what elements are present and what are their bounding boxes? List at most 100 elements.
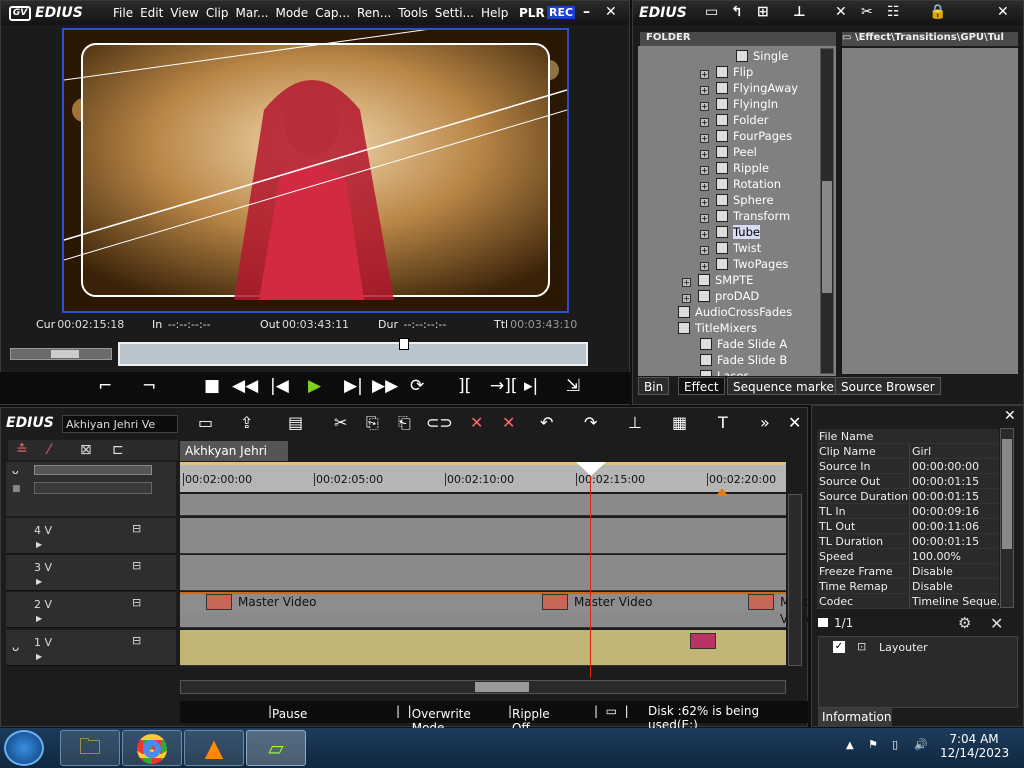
delete-icon[interactable]: ✕ [835,4,847,20]
close-icon[interactable]: ✕ [605,4,617,20]
expand-icon[interactable]: + [700,102,709,111]
track-lane[interactable]: Master Video Master Video Master Video [180,592,821,628]
tree-item[interactable]: + Tube [700,225,760,240]
expand-icon[interactable]: + [682,294,691,303]
tree-item[interactable]: + Flip [700,65,753,80]
audio-icon[interactable]: ≛ [16,442,28,458]
expand-icon[interactable]: + [700,198,709,207]
tree-item[interactable]: + Twist [700,241,761,256]
lock-icon[interactable]: 🔒 [929,4,946,20]
tree-item[interactable]: Laser [700,369,748,376]
bin-close-icon[interactable]: ✕ [997,4,1009,20]
rewind-icon[interactable]: ◀◀ [232,376,258,396]
tray-up-icon[interactable]: ▲ [846,740,854,751]
overwrite-icon[interactable]: →][ [490,376,518,396]
expand-track-icon[interactable]: ▶ [36,614,42,623]
expand-icon[interactable]: + [700,230,709,239]
track-header[interactable]: 4 V ⊟ ▶ [6,518,176,554]
rec-indicator[interactable]: REC [547,6,576,19]
loop-icon[interactable]: ⟳ [410,376,424,396]
tab-bin[interactable]: Bin [638,377,670,395]
track-scrollbar[interactable] [788,494,802,666]
position-bar[interactable] [118,338,588,366]
sync-icon[interactable]: ⊠ [80,442,92,458]
tab-source-browser[interactable]: Source Browser [835,377,941,395]
timeline-close-icon[interactable]: ✕ [788,413,801,432]
tree-item[interactable]: Fade Slide B [700,353,787,368]
track-lane[interactable] [180,555,786,591]
play-icon[interactable]: ▶ [308,376,321,396]
menu-file[interactable]: File [113,6,133,20]
menu-ren[interactable]: Ren... [357,6,391,20]
video-clip[interactable]: Master Video [180,592,516,612]
more-icon[interactable]: » [760,413,770,432]
layer-delete-icon[interactable]: ✕ [990,614,1003,633]
track-lock-icon[interactable]: ᴗ [12,640,19,654]
track-header[interactable]: 3 V ⊟ ▶ [6,555,176,591]
properties-icon[interactable]: ✂ [861,4,873,20]
copy-icon[interactable]: ⎘ [366,413,379,433]
chrome-icon[interactable] [122,730,182,766]
tree-item[interactable]: + proDAD [682,289,759,304]
track-header[interactable]: 1 V ⊟ ▶ ᴗ [6,630,176,666]
position-cursor[interactable] [399,338,409,350]
cut-icon[interactable]: ✂ [334,413,347,432]
expand-icon[interactable]: + [700,86,709,95]
tree-icon[interactable]: ⊞ [757,4,769,20]
expand-icon[interactable]: + [700,246,709,255]
step-back-icon[interactable]: |◀ [270,376,289,396]
menu-mode[interactable]: Mode [275,6,308,20]
step-forward-icon[interactable]: ▶| [344,376,363,396]
plr-indicator[interactable]: PLR [519,6,545,20]
view-icon[interactable]: ☷ [887,4,900,20]
volume-icon[interactable]: 🔊 [914,738,928,751]
tree-item[interactable]: + Ripple [700,161,769,176]
menu-cap[interactable]: Cap... [315,6,350,20]
title-icon[interactable]: T [718,413,728,432]
menu-help[interactable]: Help [481,6,508,20]
timeline-cursor-icon[interactable] [576,462,606,476]
tab-effect[interactable]: Effect [678,377,725,395]
start-button[interactable] [4,730,44,766]
tree-item[interactable]: + Sphere [700,193,774,208]
expand-icon[interactable]: + [700,166,709,175]
tab-sequence-marker[interactable]: Sequence marker [727,377,845,395]
information-tab[interactable]: Information [818,708,892,726]
menu-edit[interactable]: Edit [140,6,163,20]
project-name[interactable]: Akhiyan Jehri Ve [62,415,178,433]
expand-track-icon[interactable]: ▶ [36,652,42,661]
expand-track-icon[interactable]: ▶ [36,540,42,549]
clock[interactable]: 7:04 AM 12/14/2023 [940,732,1009,760]
video-clip[interactable]: Master Video [722,592,821,626]
delete-icon2[interactable]: ✕ [502,413,515,432]
edius-taskbar-icon[interactable]: ▱ [246,730,306,766]
tree-item[interactable]: + TwoPages [700,257,788,272]
track-mode-icon[interactable]: ⊟ [132,522,141,535]
up-folder-icon[interactable]: ↰ [731,4,743,20]
menu-tools[interactable]: Tools [398,6,428,20]
layouter-label[interactable]: Layouter [879,641,928,654]
folder-icon[interactable]: ▭ [705,4,718,20]
save-icon[interactable]: ▤ [288,413,303,432]
lock-all-icon[interactable]: ᴗ [12,464,19,477]
undo-icon[interactable]: ↶ [540,413,553,432]
vlc-icon[interactable]: ▲ [184,730,244,766]
tree-scroll-thumb[interactable] [822,181,832,293]
track-mode-icon[interactable]: ⊟ [132,559,141,572]
expand-icon[interactable]: + [700,214,709,223]
tree-item[interactable]: + Rotation [700,177,781,192]
shuttle-handle[interactable] [51,350,79,358]
tree-item[interactable]: + FlyingAway [700,81,798,96]
snap-icon[interactable]: ⁄ [48,442,50,458]
tree-item[interactable]: Fade Slide A [700,337,787,352]
link-icon[interactable]: ⊂⊃ [426,413,453,432]
info-scroll-thumb[interactable] [1002,439,1012,549]
tree-item[interactable]: AudioCrossFades [678,305,792,320]
info-close-icon[interactable]: ✕ [1004,408,1016,424]
new-icon[interactable]: ▭ [198,413,213,432]
tree-item[interactable]: + FlyingIn [700,97,778,112]
layer-settings-icon[interactable]: ⚙ [958,614,971,632]
shuttle-slider[interactable] [10,348,112,360]
layouter-checkbox[interactable]: ✓ [833,641,845,653]
expand-icon[interactable]: + [700,182,709,191]
